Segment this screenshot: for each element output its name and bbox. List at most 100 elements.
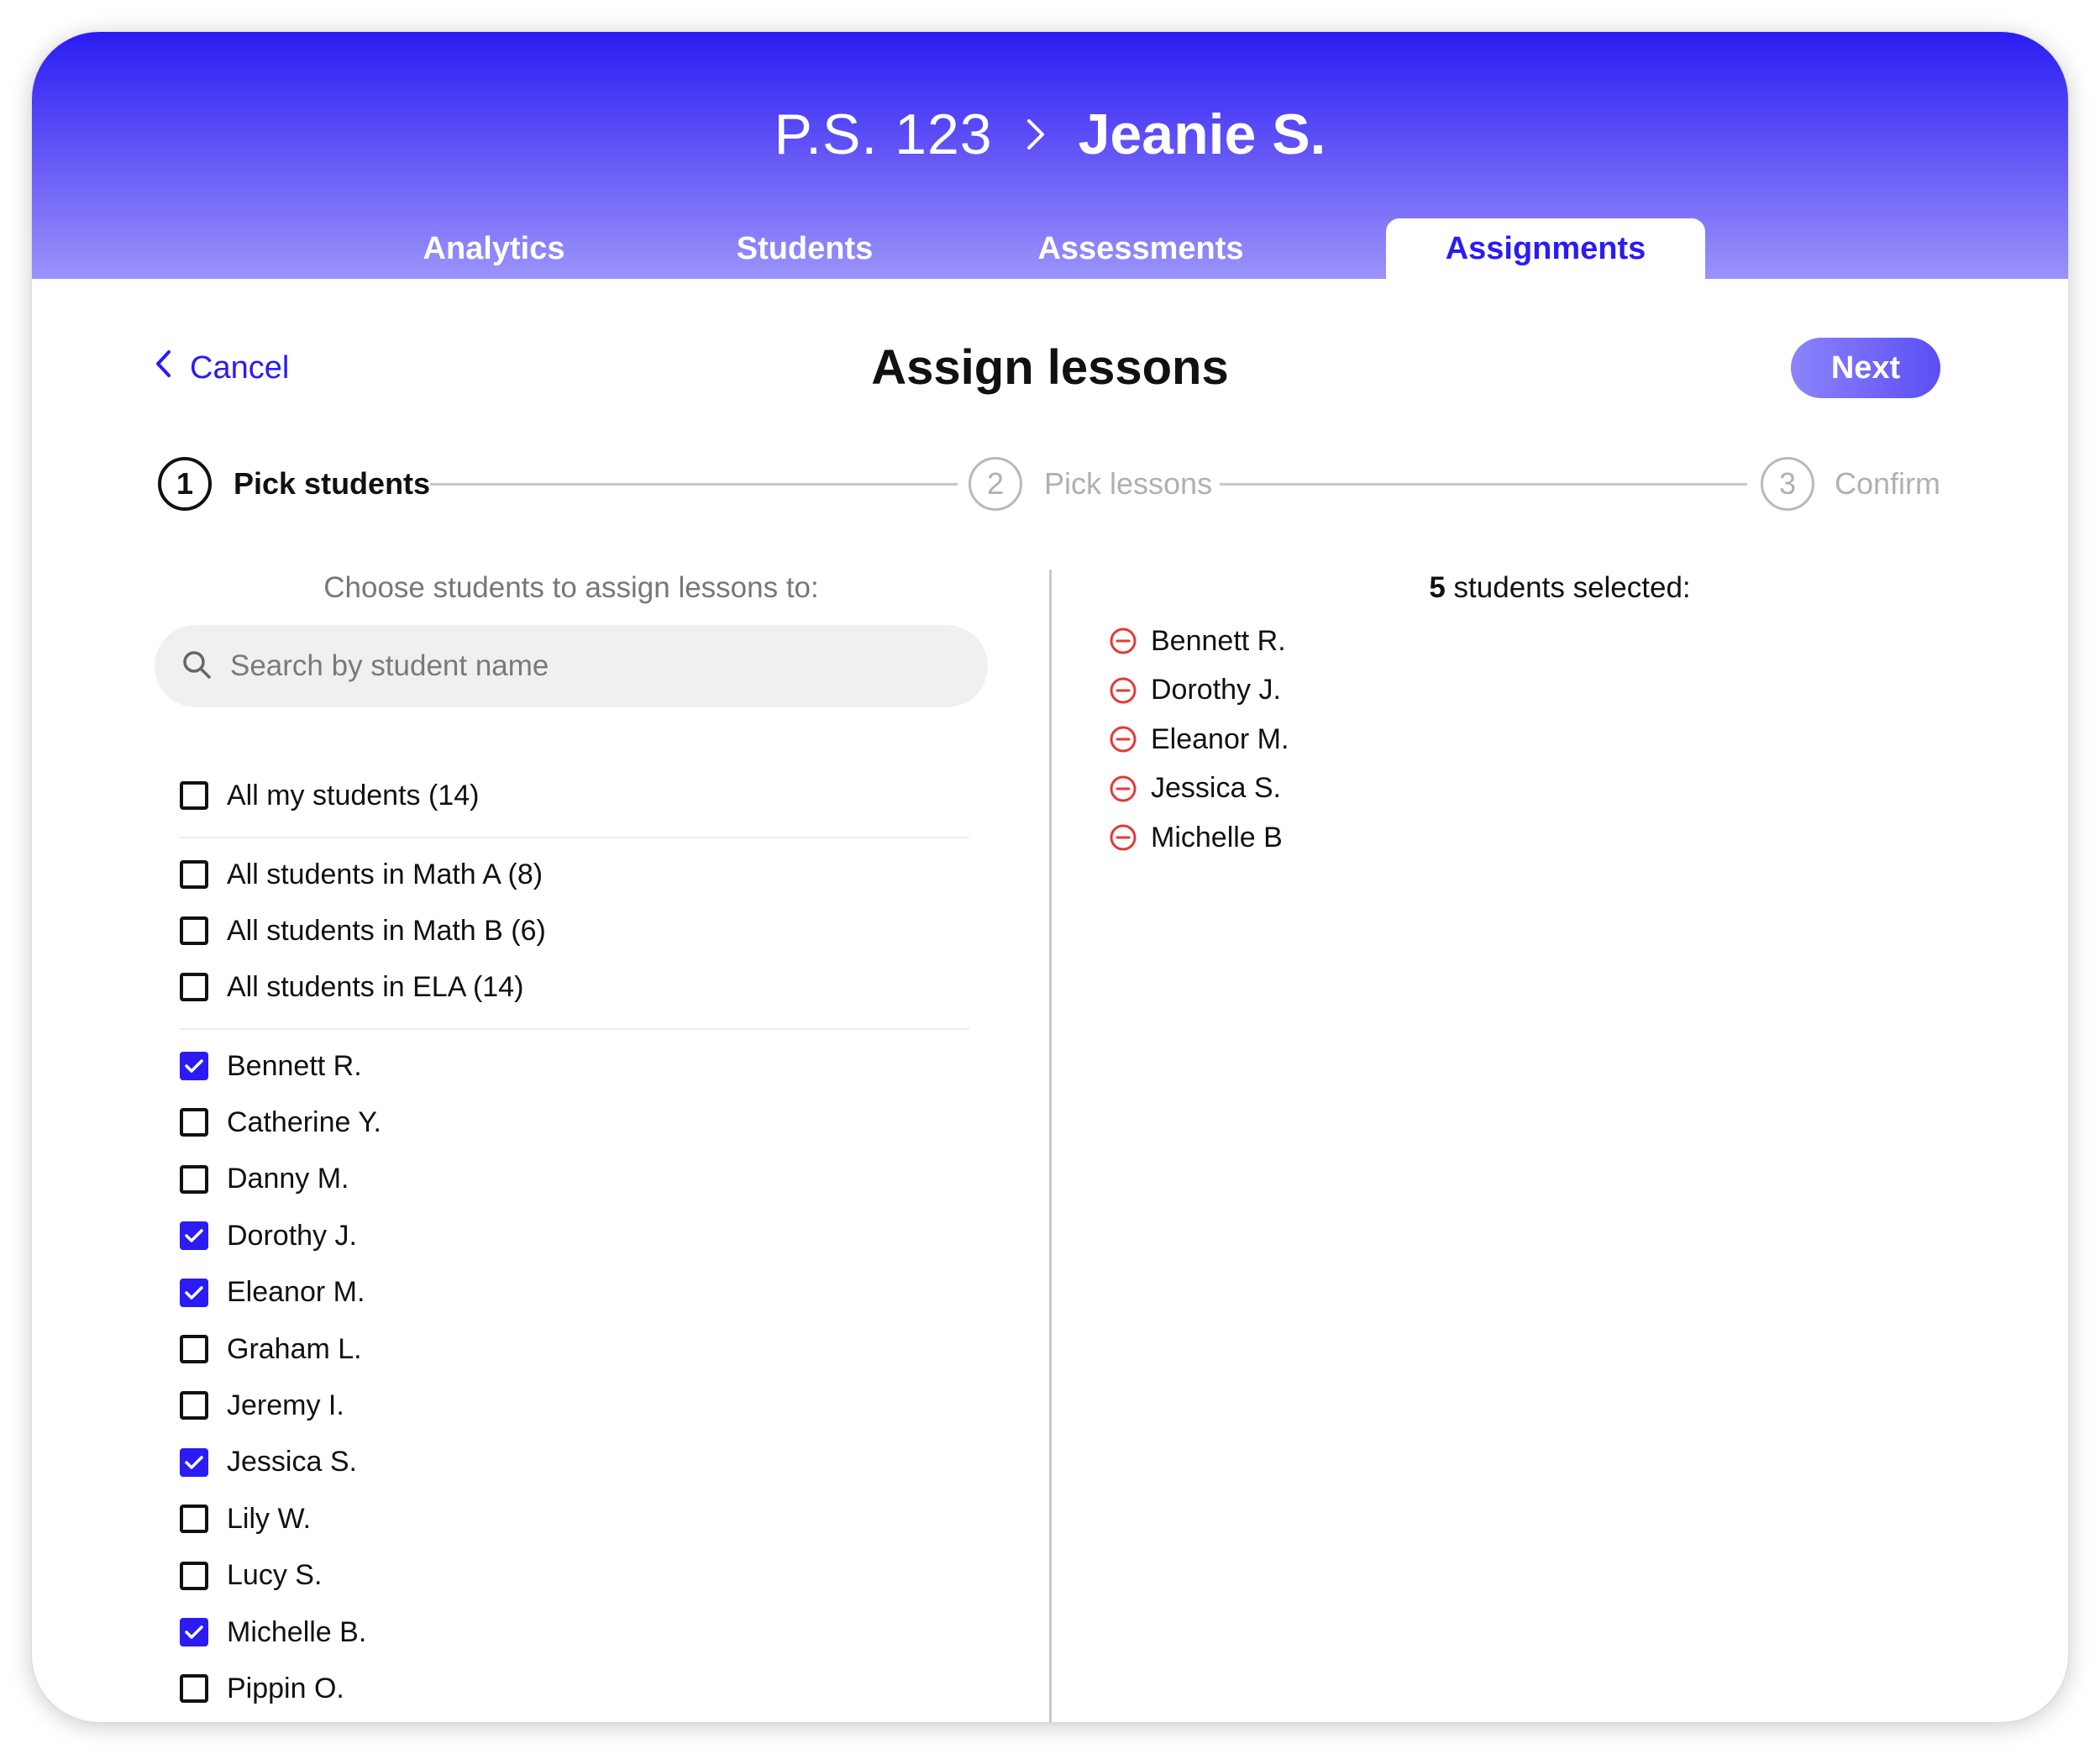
selected-count: 5 — [1429, 571, 1446, 604]
student-option[interactable]: Jeremy I. — [180, 1384, 344, 1426]
search-box[interactable] — [155, 625, 988, 707]
checkbox-checked[interactable] — [180, 1618, 208, 1646]
selected-student-name: Michelle B — [1151, 821, 1283, 853]
check-icon — [185, 1285, 203, 1300]
selected-student: Jessica S. — [1109, 768, 1281, 810]
checkbox[interactable] — [180, 1108, 208, 1137]
selected-student-name: Dorothy J. — [1151, 674, 1281, 706]
checkbox[interactable] — [180, 1391, 208, 1421]
selected-student: Eleanor M. — [1109, 718, 1289, 760]
option-label: All students in ELA (14) — [227, 970, 524, 1003]
student-name: Lucy S. — [227, 1559, 323, 1592]
student-option[interactable]: Lucy S. — [180, 1555, 322, 1597]
student-option[interactable]: Graham L. — [180, 1328, 362, 1370]
step-connector — [430, 483, 958, 486]
checkbox[interactable] — [180, 1561, 208, 1590]
selected-student: Michelle B — [1109, 817, 1283, 859]
checkbox[interactable] — [180, 1505, 208, 1534]
selected-student: Bennett R. — [1109, 620, 1286, 662]
tab-bar: Analytics Students Assessments Assignmen… — [32, 218, 2068, 279]
remove-circle-icon[interactable] — [1109, 725, 1137, 754]
option-label: All students in Math A (8) — [227, 858, 543, 890]
option-label: All students in Math B (6) — [227, 914, 546, 947]
tab-analytics[interactable]: Analytics — [351, 218, 637, 279]
group-option-math-b[interactable]: All students in Math B (6) — [180, 910, 546, 952]
student-name: Michelle B. — [227, 1615, 367, 1648]
student-name: Lily W. — [227, 1502, 312, 1535]
student-option[interactable]: Eleanor M. — [180, 1272, 365, 1314]
student-name: Catherine Y. — [227, 1105, 381, 1138]
divider — [180, 837, 969, 838]
step-3-label: Confirm — [1835, 466, 1941, 501]
search-icon — [181, 649, 212, 684]
checkbox[interactable] — [180, 781, 208, 810]
option-label: All my students (14) — [227, 779, 480, 811]
breadcrumb-school[interactable]: P.S. 123 — [774, 102, 993, 167]
page-title: Assign lessons — [871, 340, 1229, 395]
student-option[interactable]: Lily W. — [180, 1498, 311, 1540]
remove-circle-icon[interactable] — [1109, 627, 1137, 655]
tab-students[interactable]: Students — [670, 218, 939, 279]
student-option[interactable]: Danny M. — [180, 1158, 349, 1200]
step-1-circle: 1 — [158, 457, 212, 511]
checkbox[interactable] — [180, 916, 208, 945]
checkbox-checked[interactable] — [180, 1052, 208, 1080]
student-name: Eleanor M. — [227, 1276, 365, 1309]
panel-divider — [1049, 570, 1052, 1722]
all-students-option[interactable]: All my students (14) — [180, 775, 479, 817]
student-name: Jeremy I. — [227, 1389, 344, 1421]
remove-circle-icon[interactable] — [1109, 775, 1137, 803]
student-option[interactable]: Catherine Y. — [180, 1101, 381, 1143]
student-option[interactable]: Michelle B. — [180, 1611, 366, 1653]
chevron-right-icon — [1021, 113, 1050, 155]
divider — [180, 1028, 969, 1030]
tab-assignments[interactable]: Assignments — [1386, 218, 1705, 279]
picker-heading: Choose students to assign lessons to: — [323, 571, 819, 604]
student-name: Dorothy J. — [227, 1219, 357, 1252]
student-option[interactable]: Jessica S. — [180, 1442, 357, 1484]
selected-suffix: students selected: — [1445, 571, 1691, 604]
check-icon — [185, 1455, 203, 1470]
step-3-circle: 3 — [1761, 457, 1814, 511]
student-name: Pippin O. — [227, 1672, 344, 1704]
selected-student-name: Jessica S. — [1151, 772, 1281, 804]
tab-assessments[interactable]: Assessments — [973, 218, 1309, 279]
breadcrumb-teacher: Jeanie S. — [1078, 102, 1326, 166]
remove-circle-icon[interactable] — [1109, 676, 1137, 705]
student-option[interactable]: Pippin O. — [180, 1667, 344, 1709]
student-name: Danny M. — [227, 1163, 349, 1195]
group-option-ela[interactable]: All students in ELA (14) — [180, 966, 523, 1008]
student-option[interactable]: Bennett R. — [180, 1045, 362, 1087]
student-option[interactable]: Dorothy J. — [180, 1215, 357, 1257]
group-option-math-a[interactable]: All students in Math A (8) — [180, 853, 543, 895]
checkbox[interactable] — [180, 1674, 208, 1704]
step-connector — [1220, 483, 1747, 486]
student-name: Graham L. — [227, 1332, 362, 1365]
search-input[interactable] — [228, 649, 971, 684]
check-icon — [185, 1228, 203, 1243]
selected-heading: 5 students selected: — [1052, 571, 2068, 605]
header: P.S. 123 Jeanie S. Analytics Students As… — [32, 32, 2068, 279]
app-card: P.S. 123 Jeanie S. Analytics Students As… — [32, 32, 2068, 1722]
step-2-circle: 2 — [969, 457, 1022, 511]
step-1-label: Pick students — [234, 466, 431, 501]
check-icon — [185, 1625, 203, 1640]
checkbox-checked[interactable] — [180, 1447, 208, 1477]
remove-circle-icon[interactable] — [1109, 823, 1137, 852]
next-button[interactable]: Next — [1791, 338, 1940, 398]
check-icon — [185, 1058, 203, 1074]
breadcrumb: P.S. 123 Jeanie S. — [32, 92, 2068, 176]
stepper: 1 Pick students 2 Pick lessons 3 Confirm — [32, 452, 2068, 519]
checkbox[interactable] — [180, 1164, 208, 1194]
student-name: Bennett R. — [227, 1049, 362, 1082]
checkbox[interactable] — [180, 1335, 208, 1363]
checkbox[interactable] — [180, 973, 208, 1001]
toolbar: Cancel Assign lessons Next — [32, 326, 2068, 410]
checkbox-checked[interactable] — [180, 1221, 208, 1251]
checkbox[interactable] — [180, 860, 208, 889]
selected-student-name: Bennett R. — [1151, 624, 1286, 657]
step-2-label: Pick lessons — [1044, 466, 1213, 501]
selected-student: Dorothy J. — [1109, 670, 1281, 712]
checkbox-checked[interactable] — [180, 1278, 208, 1307]
student-name: Jessica S. — [227, 1446, 357, 1478]
